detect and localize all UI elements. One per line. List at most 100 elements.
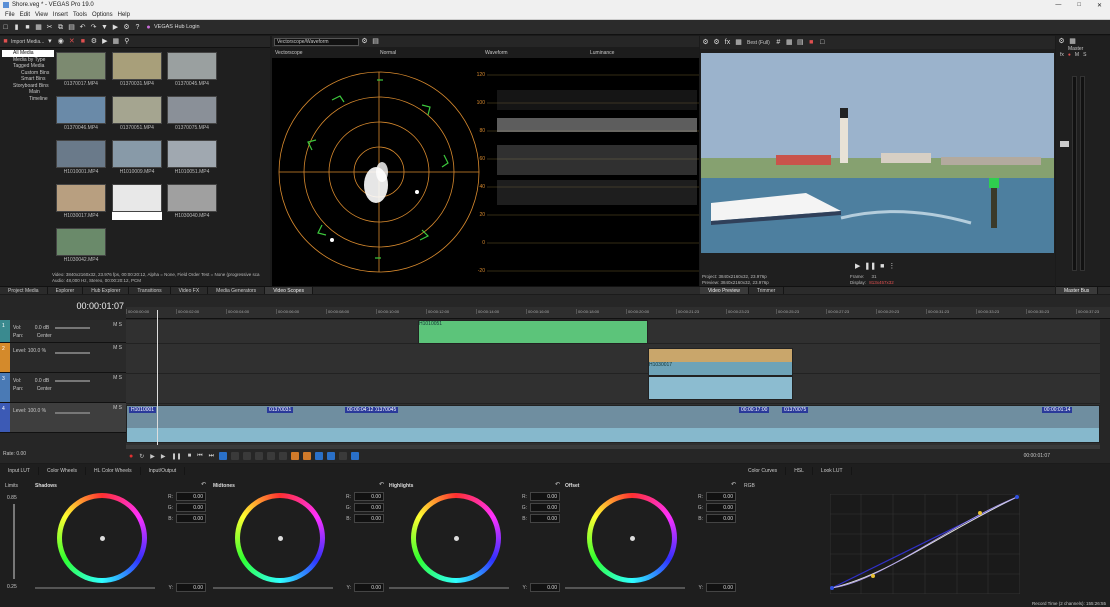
- g-value-field[interactable]: 0.00: [706, 503, 736, 512]
- loop-button[interactable]: ↻: [139, 453, 144, 460]
- y-value-field[interactable]: 0.00: [706, 583, 736, 592]
- b-value-field[interactable]: 0.00: [354, 514, 384, 523]
- close-icon[interactable]: ✕: [1097, 2, 1102, 9]
- remove-icon[interactable]: ✕: [68, 38, 75, 45]
- media-thumbnail[interactable]: 01370045.MP4: [167, 52, 217, 88]
- g-value-field[interactable]: 0.00: [530, 503, 560, 512]
- preview-stop-icon[interactable]: ■: [880, 263, 884, 270]
- playhead[interactable]: [157, 310, 158, 446]
- tab-hub-explorer[interactable]: Hub Explorer: [83, 287, 130, 294]
- tab-input-output[interactable]: Input/Output: [141, 467, 186, 475]
- fx-icon[interactable]: fx: [724, 39, 731, 46]
- views-icon[interactable]: ▦: [112, 38, 120, 45]
- horizontal-scrollbar[interactable]: [126, 445, 1100, 449]
- timeline-clip[interactable]: H1030017: [648, 348, 793, 376]
- tab-hl-color-wheels[interactable]: HL Color Wheels: [86, 467, 141, 475]
- external-monitor-icon[interactable]: □: [819, 39, 826, 46]
- tab-trimmer[interactable]: Trimmer: [749, 287, 785, 294]
- tab-look-lut[interactable]: Look LUT: [813, 467, 852, 475]
- y-value-field[interactable]: 0.00: [530, 583, 560, 592]
- import-media-button[interactable]: Import Media...: [11, 39, 44, 45]
- preview-play-icon[interactable]: ▶: [855, 262, 860, 270]
- solo-button[interactable]: S: [119, 375, 122, 381]
- y-value-field[interactable]: 0.00: [354, 583, 384, 592]
- color-wheel[interactable]: [411, 493, 501, 583]
- wheel-reset-icon[interactable]: ↶: [201, 481, 206, 488]
- media-thumbnail[interactable]: H1010051.MP4: [167, 140, 217, 176]
- copy-icon[interactable]: ⧉: [57, 24, 64, 31]
- capture-icon[interactable]: ◉: [57, 38, 64, 45]
- master-fader[interactable]: [1060, 141, 1069, 147]
- solo-button[interactable]: S: [119, 322, 122, 328]
- preview-settings-icon[interactable]: ⚙: [702, 39, 709, 46]
- undo-icon[interactable]: ↶: [79, 24, 86, 31]
- color-wheel[interactable]: [235, 493, 325, 583]
- normal-edit-tool-button[interactable]: [219, 452, 228, 460]
- color-wheel[interactable]: [57, 493, 147, 583]
- track-header[interactable]: 3 Vol: 0.0 dB Pan: Center M S: [0, 373, 126, 403]
- overlays-icon[interactable]: #: [775, 39, 782, 46]
- timeline-clip[interactable]: [648, 376, 793, 400]
- maximize-icon[interactable]: □: [1077, 2, 1081, 9]
- properties-icon[interactable]: ▦: [35, 24, 42, 31]
- waveform-mode[interactable]: Luminance: [590, 50, 614, 56]
- stop-button[interactable]: ■: [188, 453, 192, 459]
- marker-button[interactable]: [291, 452, 300, 460]
- luma-slider[interactable]: [389, 587, 509, 589]
- tab-color-curves[interactable]: Color Curves: [740, 467, 787, 475]
- master-settings-icon[interactable]: ⚙: [1058, 38, 1065, 45]
- color-curve-graph[interactable]: [830, 494, 1020, 594]
- media-thumbnail[interactable]: 01370051.MP4: [112, 96, 162, 132]
- media-thumbnail[interactable]: [112, 184, 162, 220]
- r-value-field[interactable]: 0.00: [354, 492, 384, 501]
- master-record-icon[interactable]: ●: [1068, 52, 1071, 58]
- color-wheel[interactable]: [587, 493, 677, 583]
- media-thumbnail[interactable]: H1030042.MP4: [56, 228, 106, 264]
- menu-file[interactable]: File: [5, 12, 15, 18]
- media-thumbnail[interactable]: 01370046.MP4: [56, 96, 106, 132]
- paste-icon[interactable]: ▤: [68, 24, 75, 31]
- tab-video-preview[interactable]: Video Preview: [700, 287, 749, 294]
- split-button[interactable]: [267, 452, 276, 460]
- render-icon[interactable]: ▼: [101, 24, 108, 31]
- master-fx-button[interactable]: fx: [1060, 52, 1064, 58]
- tab-transitions[interactable]: Transitions: [129, 287, 171, 294]
- track-header[interactable]: 2 Level: 100.0 % M S: [0, 343, 126, 373]
- r-value-field[interactable]: 0.00: [176, 492, 206, 501]
- tree-item-main-timeline[interactable]: Main Timeline: [2, 89, 54, 102]
- selection-tool-button[interactable]: [243, 452, 252, 460]
- r-value-field[interactable]: 0.00: [530, 492, 560, 501]
- tab-media-generators[interactable]: Media Generators: [208, 287, 266, 294]
- copy-snapshot-icon[interactable]: ▤: [797, 39, 804, 46]
- g-value-field[interactable]: 0.00: [354, 503, 384, 512]
- menu-insert[interactable]: Insert: [53, 12, 68, 18]
- scope-type-dropdown[interactable]: Vectorscope/Waveform: [274, 37, 359, 46]
- track-header[interactable]: 1 Vol: 0.0 dB Pan: Center M S: [0, 320, 126, 343]
- snapping-button[interactable]: [315, 452, 324, 460]
- redo-icon[interactable]: ↷: [90, 24, 97, 31]
- menu-help[interactable]: Help: [118, 12, 130, 18]
- tab-master-bus[interactable]: Master Bus: [1056, 287, 1099, 294]
- preview-pause-icon[interactable]: ❚❚: [864, 262, 876, 270]
- open-icon[interactable]: ▮: [13, 24, 20, 31]
- menu-view[interactable]: View: [35, 12, 48, 18]
- menu-tools[interactable]: Tools: [73, 12, 87, 18]
- mute-button[interactable]: M: [113, 375, 117, 381]
- hub-login-button[interactable]: VEGAS Hub Login: [154, 24, 200, 30]
- vectorscope-mode[interactable]: Normal: [380, 50, 485, 56]
- preview-gear-icon[interactable]: ⚙: [713, 39, 720, 46]
- play-from-start-button[interactable]: ▶: [150, 453, 155, 460]
- mute-button[interactable]: M: [113, 322, 117, 328]
- mute-button[interactable]: M: [113, 345, 117, 351]
- master-fx-icon[interactable]: ▦: [1069, 38, 1076, 45]
- luma-slider[interactable]: [565, 587, 685, 589]
- new-icon[interactable]: □: [2, 24, 9, 31]
- tab-video-scopes[interactable]: Video Scopes: [265, 287, 313, 294]
- b-value-field[interactable]: 0.00: [530, 514, 560, 523]
- play-button[interactable]: ▶: [161, 453, 166, 460]
- save-icon[interactable]: ■: [24, 24, 31, 31]
- tab-input-lut[interactable]: Input LUT: [0, 467, 39, 475]
- help-icon[interactable]: ?: [134, 24, 141, 31]
- tab-explorer[interactable]: Explorer: [48, 287, 84, 294]
- minimize-icon[interactable]: —: [1055, 2, 1061, 9]
